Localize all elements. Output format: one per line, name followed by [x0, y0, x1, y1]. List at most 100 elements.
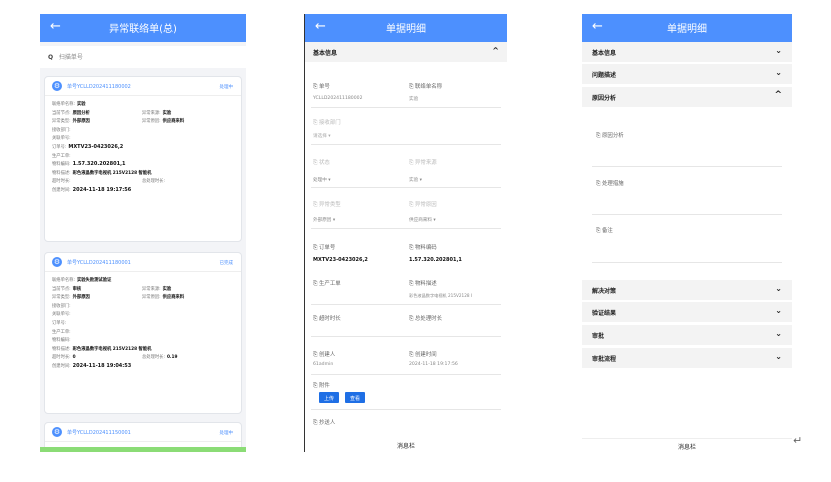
view-button[interactable]: 查看 — [345, 392, 366, 403]
row-label: 接收部门: — [52, 303, 71, 309]
field-attach-label: ⎘ 附件 — [313, 383, 330, 389]
separator — [311, 409, 501, 410]
field-creator-value: 61admin — [313, 362, 334, 367]
section-problem[interactable]: 问题描述 ⌄ — [582, 64, 792, 84]
field-ctime-label: ⎘ 创建时间 — [409, 352, 437, 358]
state-select[interactable]: 处理中 ▾ — [313, 177, 331, 183]
card-row: 物料编码: — [45, 337, 241, 346]
card-row: 物料描述: 彩色液晶数字电视机 215V2128 智能机 — [45, 170, 241, 179]
chevron-down-icon: ⌄ — [775, 329, 782, 338]
row-value: 1.57.320.202801,1 — [72, 161, 126, 168]
dept-select[interactable]: 请选择 ▾ — [313, 133, 331, 139]
separator — [311, 107, 501, 108]
row-label: 物料描述: — [52, 170, 71, 176]
reason-select[interactable]: 供应商来料 ▾ — [409, 217, 436, 223]
field-reason-label: ⎘ 异常原因 — [409, 202, 437, 208]
card-row: 关联单号: — [45, 311, 241, 320]
section-title: 验证结果 — [592, 310, 617, 317]
chevron-down-icon: ⌄ — [775, 46, 782, 55]
row-label: 超时时长: — [52, 179, 71, 185]
card-number: 单号YCLLD202411180002 — [67, 84, 131, 90]
src-select[interactable]: 实验 ▾ — [409, 177, 422, 183]
field-mat-value: 1.57.320.202801,1 — [409, 257, 462, 263]
separator — [311, 187, 501, 188]
row-label: 订单号: — [52, 144, 67, 150]
field-timeout-label: ⎘ 超时时长 — [313, 316, 341, 322]
section-title: 基本信息 — [313, 50, 338, 57]
card-row: 当前节点: 原因分析 异常来源: 实验 — [45, 110, 241, 119]
chevron-up-icon: ^ — [492, 46, 499, 55]
section-basic-info[interactable]: 基本信息 ^ — [305, 42, 507, 62]
header-bar: ← 单据明细 — [582, 14, 792, 42]
section-title: 问题描述 — [592, 72, 617, 79]
card-row: 创建时间: 2024-11-18 19:04:53 — [45, 363, 241, 372]
upload-button[interactable]: 上传 — [319, 392, 340, 403]
search-placeholder: 扫描单号 — [58, 54, 83, 61]
message-bar[interactable]: 消息栏 — [305, 438, 507, 452]
row-value: 2024-11-18 19:17:56 — [72, 186, 132, 193]
status-badge: 处理中 — [219, 85, 234, 90]
card-number: 单号YCLLD202411150001 — [67, 430, 131, 436]
row-label: 物料编码: — [52, 338, 71, 344]
row-label: 创建时间: — [52, 363, 71, 369]
section-reason[interactable]: 原因分析 ^ — [582, 87, 792, 107]
row-label: 异常原因: — [142, 119, 161, 125]
card-row: 超时时长: 0 总处理时长: 0.19 — [45, 354, 241, 363]
row-label: 总处理时长: — [142, 179, 165, 185]
chevron-down-icon: ⌄ — [775, 284, 782, 293]
card-row: 异常类型: 外部原因 异常原因: 供应商来料 — [45, 294, 241, 303]
measure-label[interactable]: ⎘ 处理措施 — [596, 179, 624, 188]
row-value: 2024-11-18 19:04:53 — [72, 362, 132, 369]
field-order-value: MXTV23-0423026,2 — [313, 257, 368, 263]
enter-return-icon: ↵ — [793, 434, 803, 447]
row-label: 当前节点: — [52, 110, 71, 116]
section-basic-info[interactable]: 基本信息 ⌄ — [582, 42, 792, 62]
field-name-label: ⎘ 联络单名称 — [409, 84, 442, 90]
section-approve[interactable]: 审批 ⌄ — [582, 325, 792, 345]
row-value: 实验失败测试验证 — [76, 278, 112, 283]
field-no-value: YCLLD202411180002 — [313, 96, 363, 101]
message-bar[interactable]: 消息栏 — [582, 438, 792, 452]
remark-label[interactable]: ⎘ 备注 — [596, 226, 613, 235]
separator — [311, 228, 501, 229]
card-row: 生产工单: — [45, 153, 241, 162]
type-select[interactable]: 外部原因 ▾ — [313, 217, 335, 223]
row-value: 供应商来料 — [162, 119, 185, 125]
list-item[interactable]: ⚙ 单号YCLLD202411180001 已完成 联络单名称: 实验失败测试验证 当前节… — [44, 252, 242, 414]
section-approve-flow[interactable]: 审批流程 ⌄ — [582, 348, 792, 368]
field-mat-label: ⎘ 物料编码 — [409, 245, 437, 251]
bottom-green-bar — [40, 447, 246, 452]
row-value: 实验 — [76, 102, 86, 107]
reason-analysis-label[interactable]: ⎘ 原因分析 — [596, 131, 624, 140]
search-input[interactable]: Q 扫描单号 — [40, 46, 246, 68]
section-solution[interactable]: 解决对策 ⌄ — [582, 280, 792, 300]
status-badge: 处理中 — [219, 431, 234, 436]
detail-collapsed-screen: ← 单据明细 基本信息 ⌄ 问题描述 ⌄ 原因分析 ^ ⎘ 原因分析 ⎘ 处理措施 ⎘… — [582, 14, 792, 452]
section-verify[interactable]: 验证结果 ⌄ — [582, 302, 792, 322]
card-row: 当前节点: 审核 异常来源: 实验 — [45, 286, 241, 295]
row-value: MXTV23-0423026,2 — [68, 143, 124, 150]
row-label: 联络单名称: — [52, 278, 75, 283]
row-label: 物料编码: — [52, 162, 71, 168]
card-row: 异常类型: 外部原因 异常原因: 供应商来料 — [45, 118, 241, 127]
section-title: 审批 — [592, 333, 605, 340]
row-label: 异常来源: — [142, 286, 161, 292]
separator — [311, 336, 501, 337]
row-label: 生产工单: — [52, 153, 71, 159]
separator — [311, 144, 501, 145]
gear-icon: ⚙ — [52, 427, 62, 437]
list-item[interactable]: ⚙ 单号YCLLD202411180002 处理中 联络单名称: 实验 当前节点: 原因分析… — [44, 76, 242, 242]
row-value: 供应商来料 — [162, 295, 185, 301]
row-value: 原因分析 — [72, 110, 90, 116]
field-total-label: ⎘ 总处理时长 — [409, 316, 442, 322]
separator — [311, 374, 501, 375]
row-label: 异常来源: — [142, 110, 161, 116]
row-label: 订单号: — [52, 320, 67, 326]
card-row: 生产工单: — [45, 329, 241, 338]
row-label: 关联单号: — [52, 136, 71, 142]
field-creator-label: ⎘ 创建人 — [313, 352, 336, 358]
field-dept-label: ⎘ 接收部门 — [313, 120, 341, 126]
field-name-value: 实验 — [409, 97, 419, 102]
card-row: 物料编码: 1.57.320.202801,1 — [45, 161, 241, 170]
field-type-label: ⎘ 异常类型 — [313, 202, 341, 208]
